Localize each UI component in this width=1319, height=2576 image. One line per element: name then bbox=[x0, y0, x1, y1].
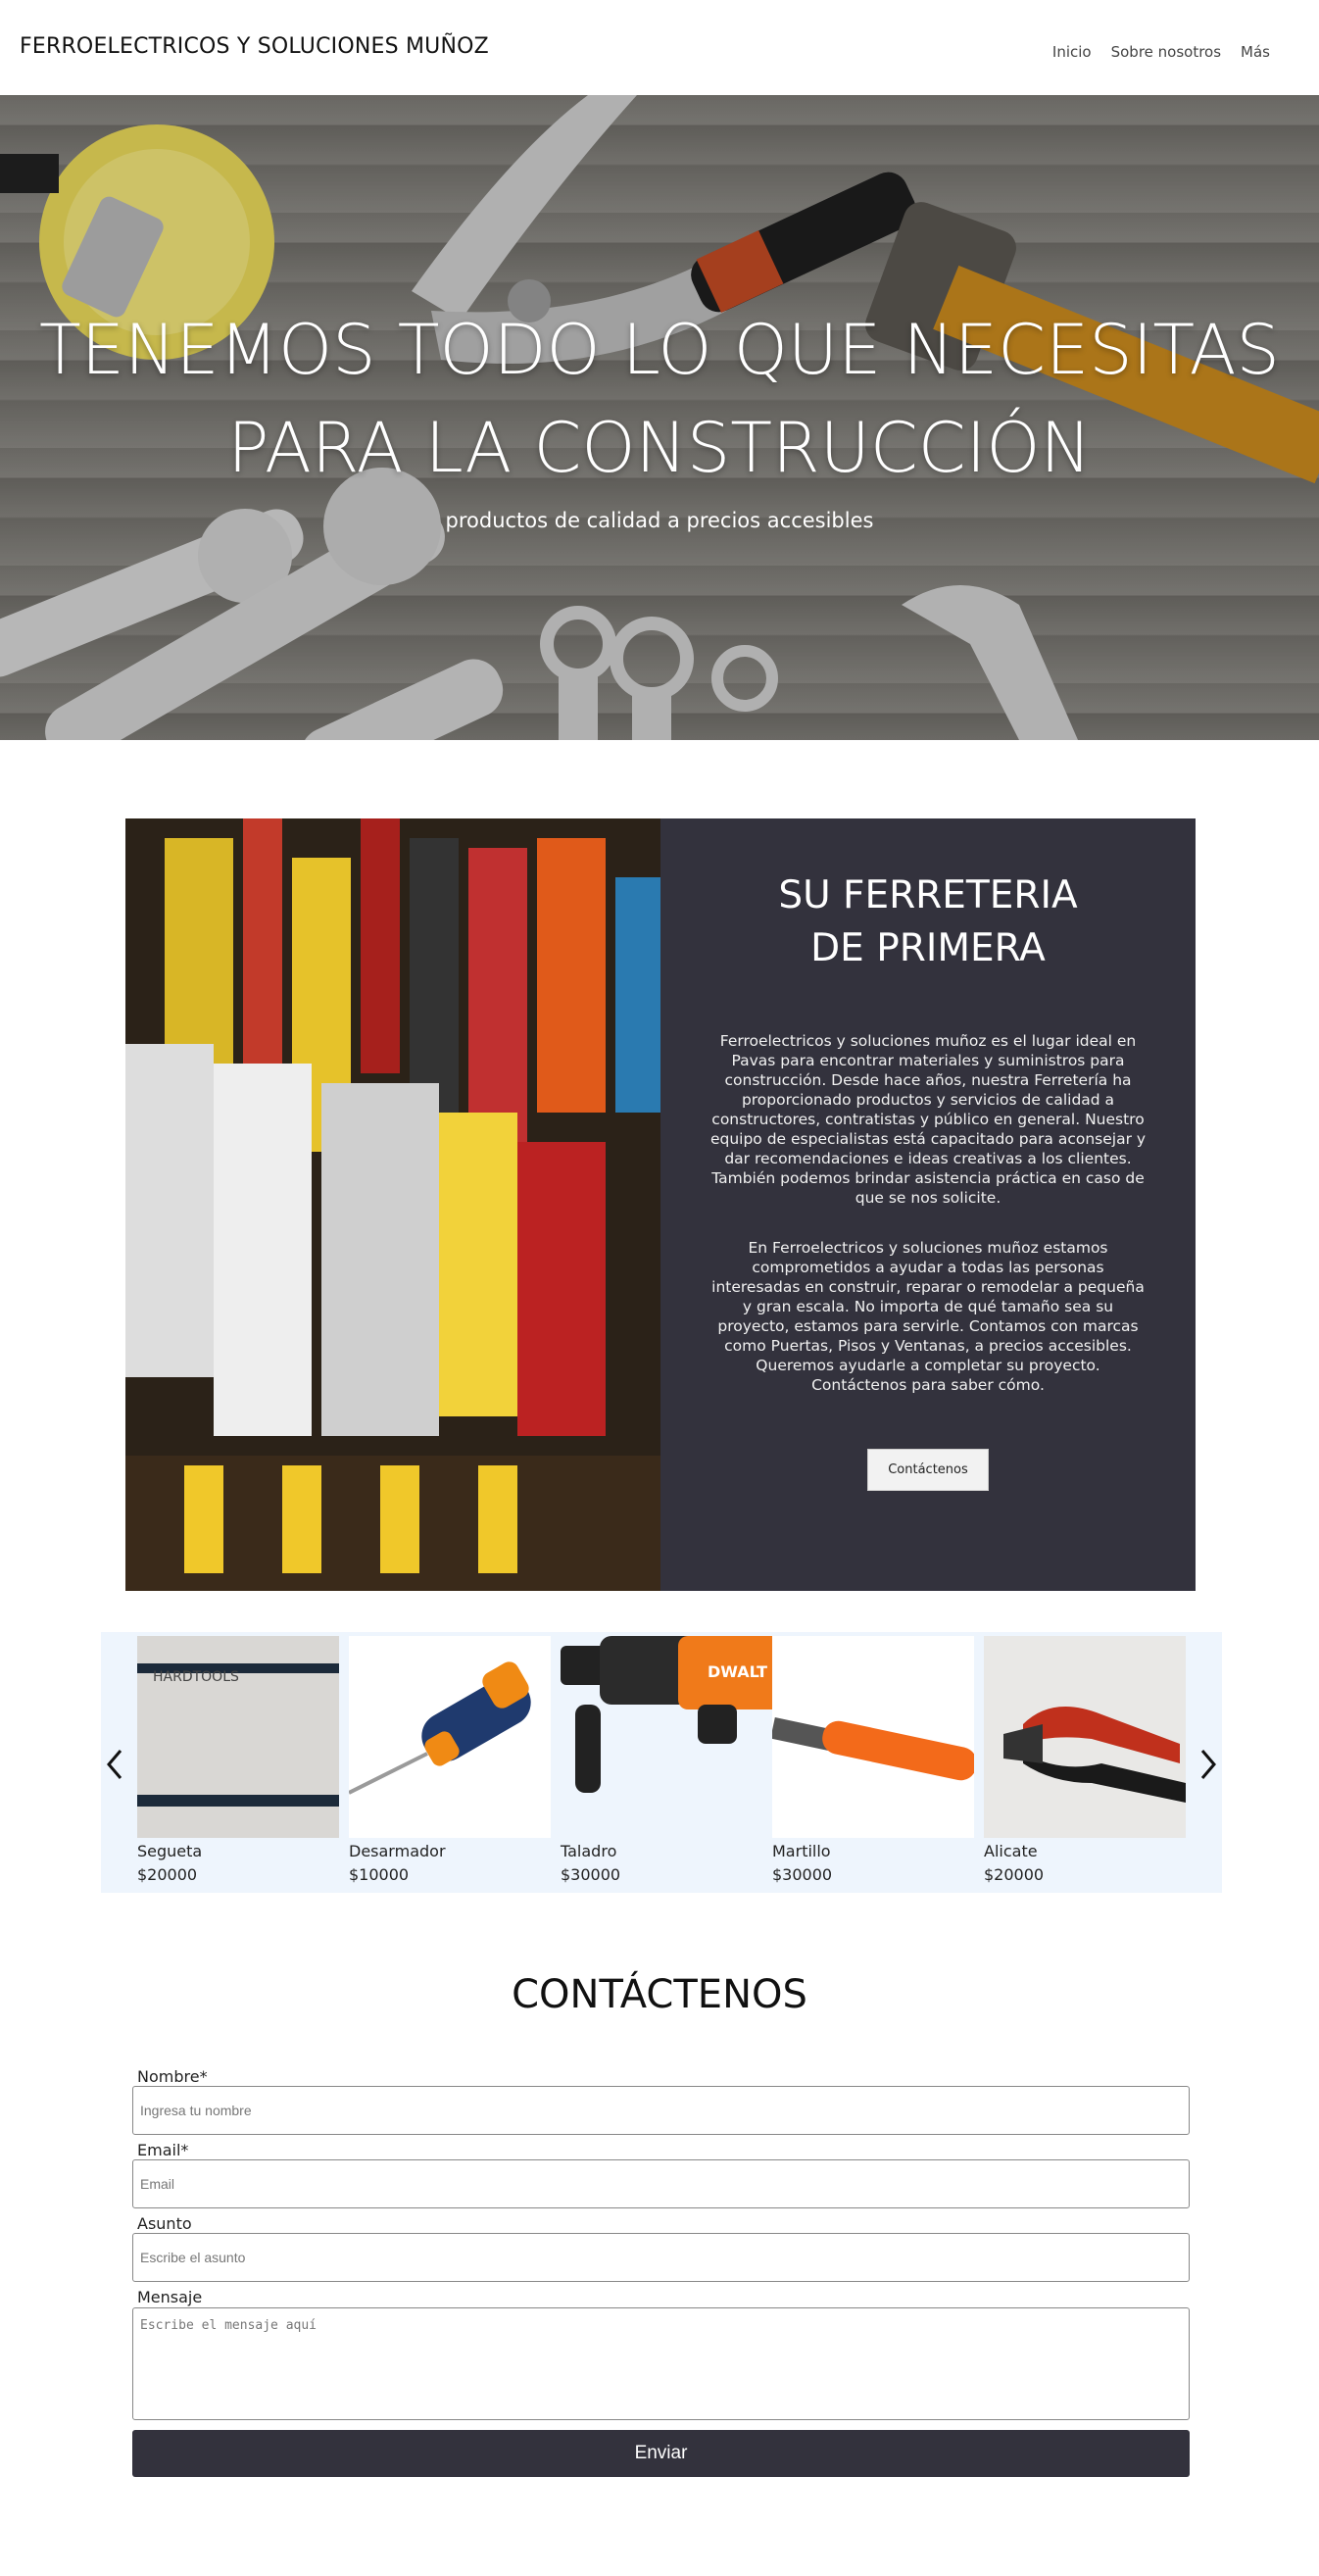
product-card[interactable]: Alicate $20000 bbox=[984, 1636, 1186, 1887]
carousel-next-button[interactable] bbox=[1193, 1745, 1222, 1784]
message-label: Mensaje bbox=[137, 2288, 203, 2306]
product-card[interactable]: DWALT Taladro $30000 bbox=[561, 1636, 786, 1887]
product-card[interactable]: Desarmador $10000 bbox=[349, 1636, 551, 1887]
about-title: SU FERRETERIA DE PRIMERA bbox=[778, 873, 1078, 970]
main-nav: Inicio Sobre nosotros Más bbox=[1052, 43, 1270, 61]
subject-label: Asunto bbox=[137, 2214, 192, 2233]
product-card[interactable]: Martillo $30000 bbox=[772, 1636, 974, 1887]
contact-us-button[interactable]: Contáctenos bbox=[867, 1449, 989, 1491]
product-name: Alicate bbox=[984, 1842, 1038, 1860]
about-panel: SU FERRETERIA DE PRIMERA Ferroelectricos… bbox=[660, 818, 1196, 1591]
product-card[interactable]: HARDTOOLS Segueta $20000 bbox=[137, 1636, 339, 1887]
email-label: Email* bbox=[137, 2141, 189, 2159]
submit-button[interactable]: Enviar bbox=[132, 2430, 1190, 2477]
site-brand[interactable]: FERROELECTRICOS Y SOLUCIONES MUÑOZ bbox=[20, 34, 489, 59]
hammer-icon bbox=[772, 1636, 974, 1838]
screwdriver-icon bbox=[349, 1636, 551, 1838]
name-label: Nombre* bbox=[137, 2067, 208, 2086]
hero-subtitle: productos de calidad a precios accesible… bbox=[445, 509, 874, 532]
subject-field[interactable] bbox=[132, 2233, 1190, 2282]
carousel-prev-button[interactable] bbox=[101, 1745, 130, 1784]
hacksaw-icon: HARDTOOLS bbox=[137, 1636, 339, 1838]
chevron-right-icon bbox=[1200, 1750, 1216, 1779]
product-price: $10000 bbox=[349, 1865, 410, 1884]
hardware-store-image bbox=[125, 818, 660, 1591]
name-field[interactable] bbox=[132, 2086, 1190, 2135]
product-carousel: HARDTOOLS Segueta $20000 Desarmador $100… bbox=[101, 1632, 1222, 1893]
pliers-icon bbox=[984, 1636, 1186, 1838]
message-field[interactable] bbox=[132, 2307, 1190, 2420]
hero-title: TENEMOS TODO LO QUE NECESITAS PARA LA CO… bbox=[39, 310, 1280, 488]
svg-text:DWALT: DWALT bbox=[708, 1662, 767, 1681]
product-price: $30000 bbox=[772, 1865, 833, 1884]
hero-banner: TENEMOS TODO LO QUE NECESITAS PARA LA CO… bbox=[0, 95, 1319, 740]
svg-text:HARDTOOLS: HARDTOOLS bbox=[153, 1669, 239, 1685]
product-name: Martillo bbox=[772, 1842, 831, 1860]
chevron-left-icon bbox=[107, 1750, 122, 1779]
contact-title: CONTÁCTENOS bbox=[512, 1972, 807, 2017]
nav-item-mas[interactable]: Más bbox=[1241, 43, 1270, 61]
product-price: $30000 bbox=[561, 1865, 621, 1884]
drill-icon: DWALT bbox=[561, 1636, 786, 1838]
about-paragraph-2: En Ferroelectricos y soluciones muñoz es… bbox=[711, 1239, 1145, 1394]
product-name: Taladro bbox=[561, 1842, 617, 1860]
product-name: Segueta bbox=[137, 1842, 203, 1860]
site-header: FERROELECTRICOS Y SOLUCIONES MUÑOZ Inici… bbox=[0, 0, 1319, 95]
product-price: $20000 bbox=[984, 1865, 1045, 1884]
product-name: Desarmador bbox=[349, 1842, 446, 1860]
product-price: $20000 bbox=[137, 1865, 198, 1884]
nav-item-sobre-nosotros[interactable]: Sobre nosotros bbox=[1111, 43, 1221, 61]
about-paragraph-1: Ferroelectricos y soluciones muñoz es el… bbox=[709, 1032, 1147, 1207]
nav-item-inicio[interactable]: Inicio bbox=[1052, 43, 1092, 61]
email-field[interactable] bbox=[132, 2159, 1190, 2208]
